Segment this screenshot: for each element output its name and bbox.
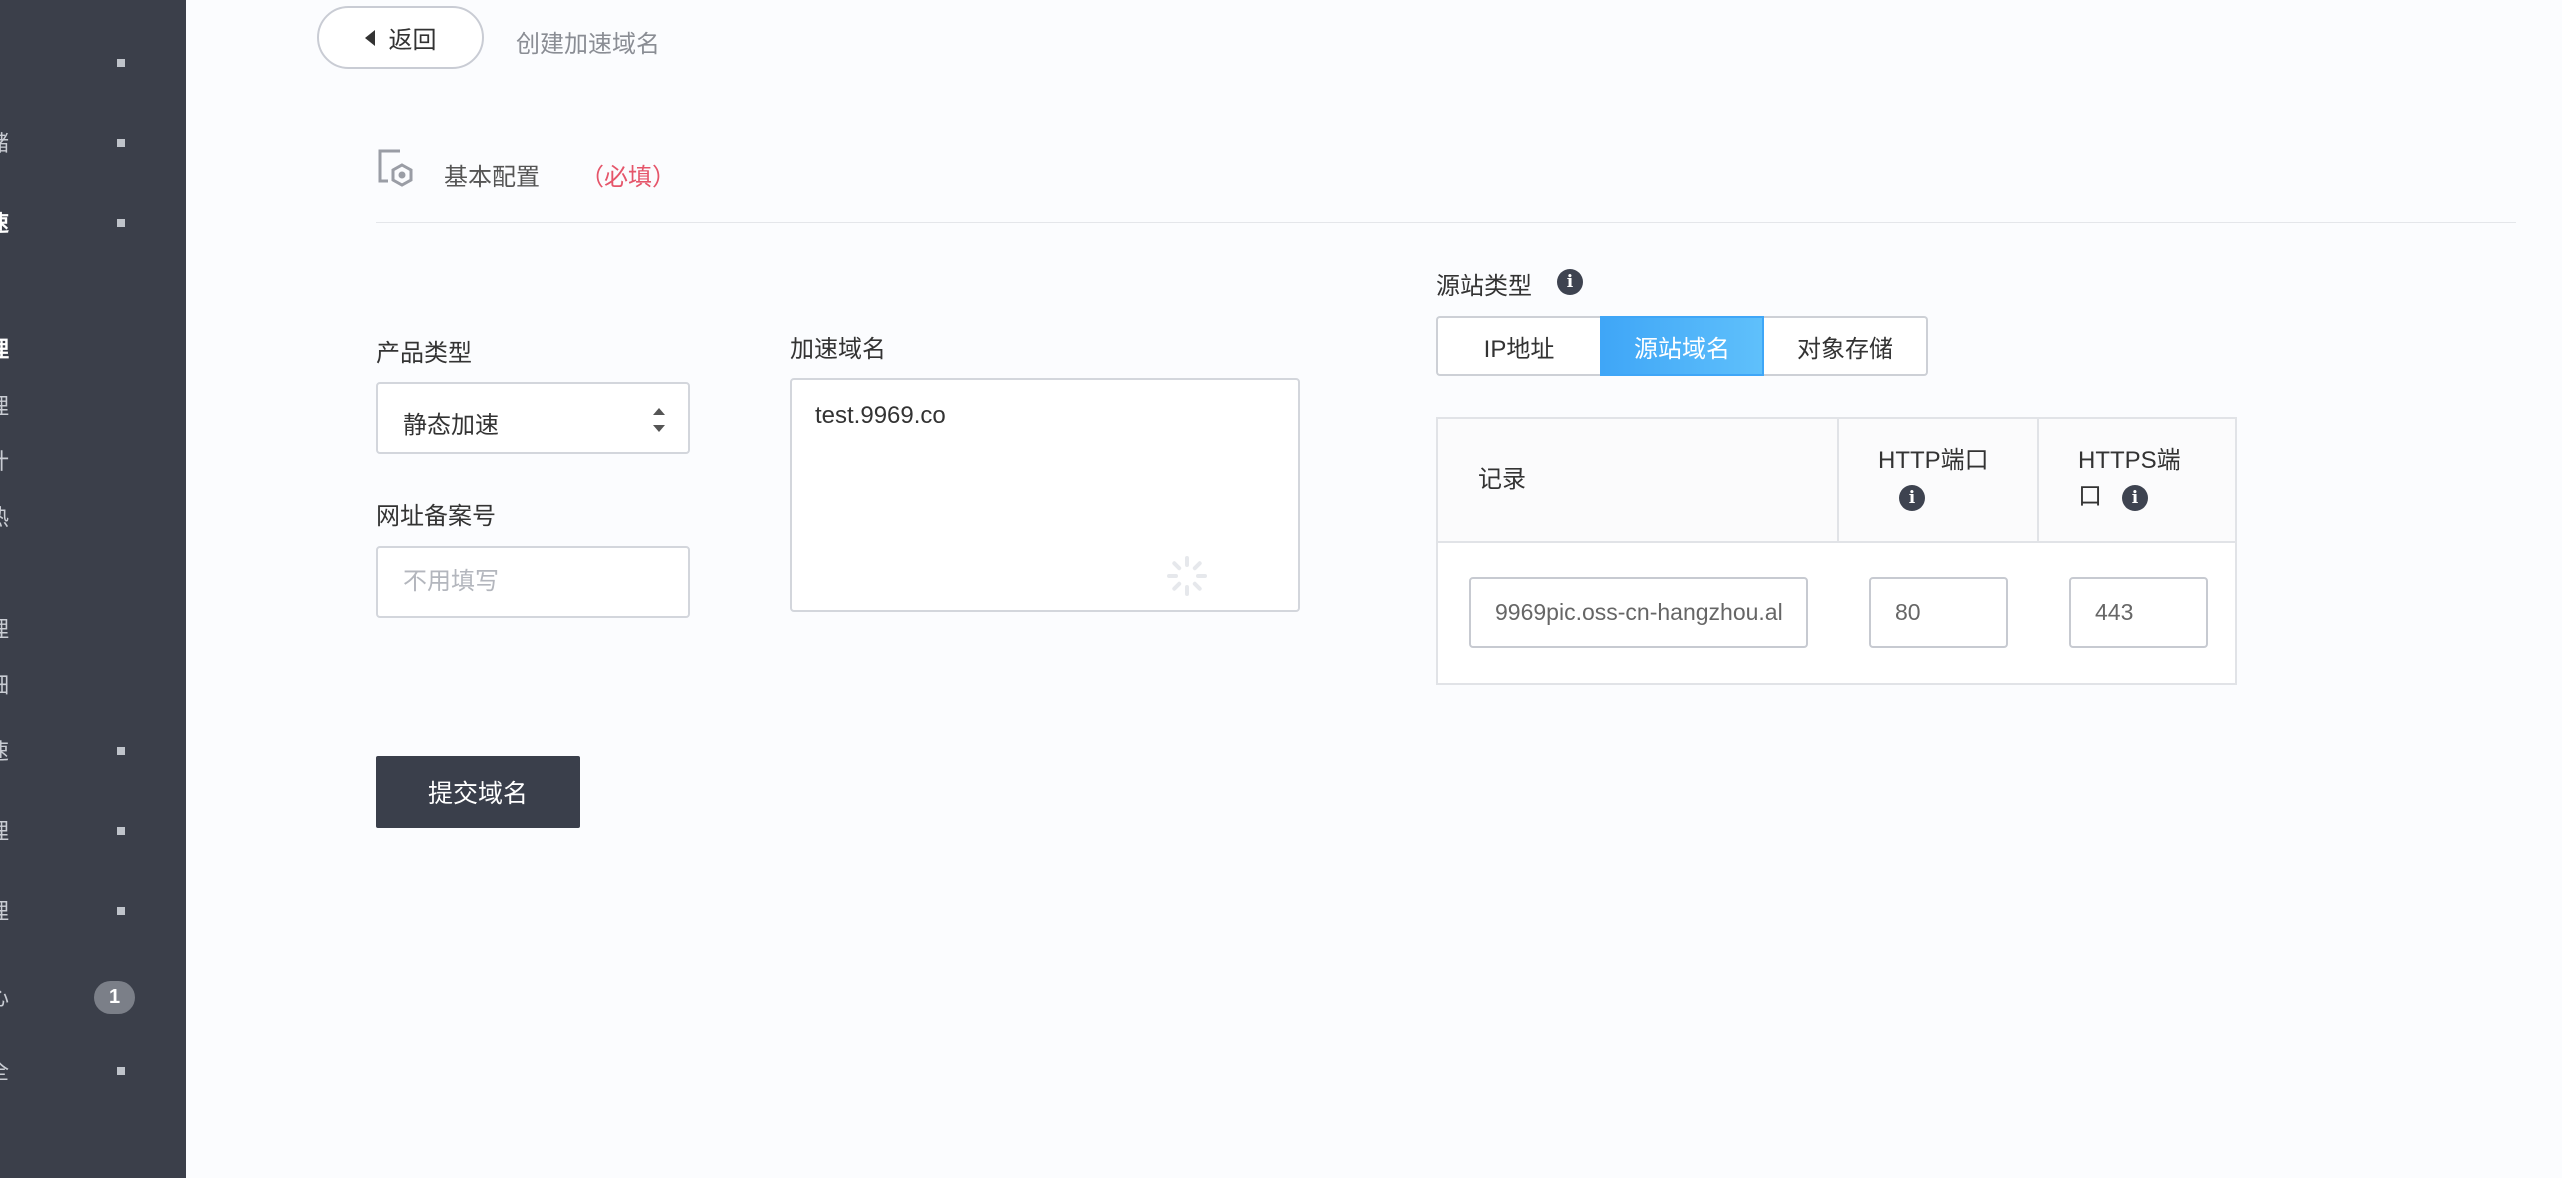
menu-dot-icon xyxy=(117,59,125,67)
section-title: 基本配置 xyxy=(444,164,540,191)
menu-dot-icon xyxy=(117,747,125,755)
https-port-input[interactable] xyxy=(2069,577,2208,648)
sidebar-item-4[interactable]: 理 xyxy=(0,330,186,370)
info-icon[interactable]: i xyxy=(1899,485,1925,511)
sidebar-item-label: 理 xyxy=(0,338,9,362)
sidebar-item-12[interactable]: 理 xyxy=(0,892,186,932)
menu-dot-icon xyxy=(117,907,125,915)
sidebar-item-label: 全 xyxy=(0,1060,9,1084)
column-header-https-port: HTTPS端 xyxy=(2078,447,2181,474)
origin-type-domain[interactable]: 源站域名 xyxy=(1600,316,1764,376)
origin-type-label: 源站类型 xyxy=(1436,273,1532,300)
config-icon xyxy=(378,149,413,187)
sidebar-item-13[interactable]: 心 1 xyxy=(0,978,186,1018)
sidebar-item-7[interactable]: 热 xyxy=(0,498,186,538)
notification-badge: 1 xyxy=(94,981,135,1014)
product-type-value: 静态加速 xyxy=(403,412,499,439)
domain-textarea[interactable]: test.9969.co xyxy=(790,378,1300,612)
domain-label: 加速域名 xyxy=(790,336,886,363)
section-divider xyxy=(376,222,2516,223)
origin-type-storage[interactable]: 对象存储 xyxy=(1764,316,1928,376)
sidebar-item-1[interactable] xyxy=(0,44,186,84)
sidebar-item-6[interactable]: 计 xyxy=(0,442,186,482)
sidebar-item-label: 理 xyxy=(0,395,9,419)
menu-dot-icon xyxy=(117,1067,125,1075)
product-type-label: 产品类型 xyxy=(376,340,472,367)
http-port-input[interactable] xyxy=(1869,577,2008,648)
select-arrows-icon xyxy=(652,408,666,432)
menu-dot-icon xyxy=(117,139,125,147)
sidebar-item-label: 心 xyxy=(0,986,9,1010)
icp-input[interactable] xyxy=(376,546,690,618)
origin-type-ip[interactable]: IP地址 xyxy=(1436,316,1600,376)
breadcrumb: 创建加速域名 xyxy=(516,31,660,58)
sidebar-item-label: 储 xyxy=(0,132,9,156)
sidebar-item-label: 热 xyxy=(0,506,9,530)
column-header-http-port: HTTP端口 xyxy=(1878,447,1989,474)
column-header-https-port-line2: 口 xyxy=(2078,483,2102,510)
back-button[interactable]: 返回 xyxy=(317,6,484,69)
submit-domain-button[interactable]: 提交域名 xyxy=(376,756,580,828)
spinner-icon xyxy=(1167,556,1207,596)
record-input[interactable] xyxy=(1469,577,1808,648)
sidebar-item-label: 细 xyxy=(0,674,9,698)
sidebar-item-9[interactable]: 细 xyxy=(0,666,186,706)
menu-dot-icon xyxy=(117,219,125,227)
icp-label: 网址备案号 xyxy=(376,503,496,530)
origin-type-segmented: IP地址 源站域名 对象存储 xyxy=(1436,316,1928,376)
sidebar-item-3[interactable]: 速 xyxy=(0,204,186,244)
sidebar-item-8[interactable]: 理 xyxy=(0,610,186,650)
sidebar-item-label: 理 xyxy=(0,900,9,924)
sidebar-item-11[interactable]: 理 xyxy=(0,812,186,852)
sidebar: 储 速 理 理 计 热 理 细 速 理 理 心 1 全 xyxy=(0,0,186,1178)
menu-dot-icon xyxy=(117,827,125,835)
sidebar-item-label: 速 xyxy=(0,740,9,764)
product-type-select[interactable]: 静态加速 xyxy=(376,382,690,454)
sidebar-item-5[interactable]: 理 xyxy=(0,387,186,427)
sidebar-item-label: 理 xyxy=(0,820,9,844)
sidebar-item-label: 速 xyxy=(0,212,9,236)
column-header-record: 记录 xyxy=(1478,466,1526,493)
column-divider xyxy=(2037,419,2039,541)
caret-left-icon xyxy=(364,29,375,46)
sidebar-item-label: 计 xyxy=(0,450,9,474)
required-note: （必填） xyxy=(580,164,676,191)
sidebar-item-10[interactable]: 速 xyxy=(0,732,186,772)
origin-table: 记录 HTTP端口 i HTTPS端 口 i xyxy=(1436,417,2237,685)
sidebar-item-2[interactable]: 储 xyxy=(0,124,186,164)
back-button-label: 返回 xyxy=(388,27,437,54)
sidebar-item-14[interactable]: 全 xyxy=(0,1052,186,1092)
sidebar-item-label: 理 xyxy=(0,618,9,642)
info-icon[interactable]: i xyxy=(1557,269,1583,295)
column-divider xyxy=(1837,419,1839,541)
info-icon[interactable]: i xyxy=(2122,485,2148,511)
